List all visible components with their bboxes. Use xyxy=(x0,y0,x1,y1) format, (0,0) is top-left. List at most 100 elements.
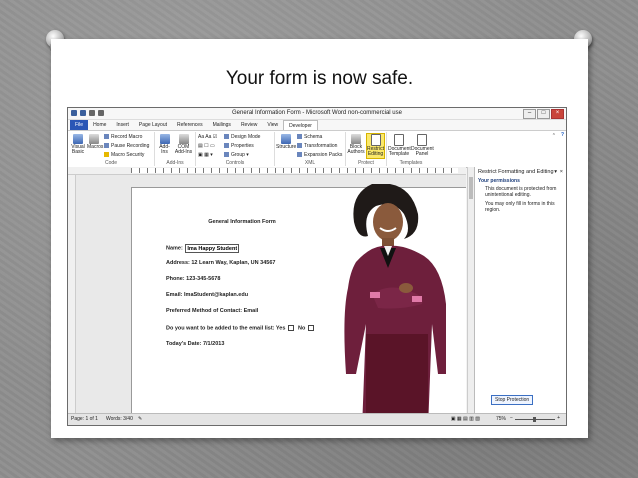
expansion-packs-button[interactable]: Expansion Packs xyxy=(297,152,342,158)
tab-file[interactable]: File xyxy=(70,120,89,130)
document-panel-button[interactable]: Document Panel xyxy=(411,134,434,157)
zoom-level[interactable]: 75% xyxy=(496,416,506,422)
restrict-editing-pane: Restrict Formatting and Editing ▾ × Your… xyxy=(474,167,566,413)
ribbon-minimize-icon[interactable]: ⌃ xyxy=(552,133,556,139)
tab-view[interactable]: View xyxy=(262,120,283,130)
tab-mailings[interactable]: Mailings xyxy=(208,120,236,130)
transformation-button[interactable]: Transformation xyxy=(297,143,337,149)
form-title: General Information Form xyxy=(208,219,276,225)
form-phone: Phone: 123-345-5678 xyxy=(166,276,221,282)
visual-basic-icon xyxy=(73,134,83,144)
group-xml-label: XML xyxy=(304,160,316,166)
pane-subtitle: Your permissions xyxy=(478,178,520,184)
picture-controls[interactable]: ▣ ▦ ▾ xyxy=(198,152,213,158)
properties-button[interactable]: Properties xyxy=(224,143,254,149)
close-button[interactable]: × xyxy=(551,109,564,119)
document-template-button[interactable]: Document Template xyxy=(388,134,411,157)
schema-icon xyxy=(297,134,302,140)
macro-security-button[interactable]: Macro Security xyxy=(104,152,144,158)
addins-icon xyxy=(159,134,170,144)
expansion-packs-icon xyxy=(297,152,302,158)
content-controls[interactable]: Aa Aa ☑ xyxy=(198,134,217,140)
slide-card: Your form is now safe. General Informati… xyxy=(51,39,588,438)
group-code-label: Code xyxy=(105,160,117,166)
document-panel-icon xyxy=(417,134,427,146)
transformation-icon xyxy=(297,143,302,149)
pane-protected-text: This document is protected from unintent… xyxy=(485,186,557,198)
woman-photo xyxy=(344,184,446,413)
form-preferred-contact: Preferred Method of Contact: Email xyxy=(166,308,259,314)
block-authors-button[interactable]: Block Authors xyxy=(347,134,365,155)
slide-title: Your form is now safe. xyxy=(225,68,414,89)
pane-options-icon[interactable]: ▾ xyxy=(554,169,557,175)
pane-fill-forms-text: You may only fill in forms in this regio… xyxy=(485,201,555,213)
form-email: Email: ImaStudent@kaplan.edu xyxy=(166,292,249,298)
help-icon[interactable]: ? xyxy=(561,132,564,138)
design-mode-icon xyxy=(224,134,229,140)
record-macro-button[interactable]: Record Macro xyxy=(104,134,142,140)
design-mode-button[interactable]: Design Mode xyxy=(224,134,260,140)
group-icon xyxy=(224,152,229,158)
document-template-icon xyxy=(394,134,404,146)
group-protect: Block Authors Restrict Editing Protect xyxy=(346,132,387,166)
page-count[interactable]: Page: 1 of 1 xyxy=(71,416,98,422)
pane-close-icon[interactable]: × xyxy=(560,169,563,175)
form-email-list: Do you want to be added to the email lis… xyxy=(166,325,315,331)
properties-icon xyxy=(224,143,229,149)
horizontal-ruler[interactable] xyxy=(68,167,466,175)
word-count[interactable]: Words: 3/40 xyxy=(106,416,133,422)
yes-checkbox[interactable] xyxy=(287,325,294,331)
group-button[interactable]: Group ▾ xyxy=(224,152,249,158)
tab-review[interactable]: Review xyxy=(236,120,262,130)
tab-insert[interactable]: Insert xyxy=(111,120,134,130)
com-addins-button[interactable]: COM Add-Ins xyxy=(174,134,193,155)
document-area: General Information Form Name: Address: … xyxy=(76,175,466,413)
com-addins-icon xyxy=(178,134,189,144)
vertical-ruler[interactable] xyxy=(68,175,76,413)
group-templates: Document Template Document Panel Templat… xyxy=(387,132,435,166)
structure-button[interactable]: Structure xyxy=(276,134,296,150)
window-controls: – □ × xyxy=(523,109,564,119)
group-xml: Structure Schema Transformation Expansio… xyxy=(275,132,346,166)
block-authors-icon xyxy=(351,134,361,144)
tab-developer[interactable]: Developer xyxy=(283,119,318,131)
pane-header: Restrict Formatting and Editing ▾ × xyxy=(478,169,563,175)
group-code: Visual Basic Macros Record Macro Pause R… xyxy=(68,132,155,166)
addins-button[interactable]: Add-Ins xyxy=(156,134,173,155)
vertical-scrollbar[interactable] xyxy=(467,167,474,413)
form-name-line: Name: xyxy=(166,244,240,253)
name-field[interactable] xyxy=(185,244,240,253)
zoom-in-icon[interactable]: + xyxy=(557,415,560,421)
visual-basic-button[interactable]: Visual Basic xyxy=(70,134,86,155)
title-bar: General Information Form - Microsoft Wor… xyxy=(68,108,566,120)
proofing-icon[interactable]: ✎ xyxy=(138,416,142,422)
tab-home[interactable]: Home xyxy=(88,120,111,130)
macros-button[interactable]: Macros xyxy=(87,134,103,150)
group-addins-label: Add-Ins xyxy=(166,160,184,166)
record-icon xyxy=(104,134,109,140)
restrict-editing-button[interactable]: Restrict Editing xyxy=(366,133,385,159)
legacy-controls[interactable]: ▤ ☐ ▭ xyxy=(198,143,215,149)
pane-title: Restrict Formatting and Editing xyxy=(478,169,554,175)
group-protect-label: Protect xyxy=(358,160,374,166)
view-buttons[interactable]: ▣ ▦ ▤ ▥ ▧ xyxy=(451,416,480,422)
restrict-editing-icon xyxy=(370,134,381,146)
no-checkbox[interactable] xyxy=(307,325,314,331)
schema-button[interactable]: Schema xyxy=(297,134,322,140)
tab-page-layout[interactable]: Page Layout xyxy=(134,120,172,130)
zoom-slider[interactable]: − + xyxy=(510,415,560,422)
form-address: Address: 12 Learn Way, Kaplan, UN 34567 xyxy=(166,260,276,266)
warning-icon xyxy=(104,152,109,158)
ribbon-tabs: File Home Insert Page Layout References … xyxy=(68,119,566,131)
ribbon: Visual Basic Macros Record Macro Pause R… xyxy=(68,130,566,168)
minimize-button[interactable]: – xyxy=(523,109,536,119)
document-page: General Information Form Name: Address: … xyxy=(131,184,466,413)
pause-recording-button[interactable]: Pause Recording xyxy=(104,143,149,149)
window-title: General Information Form - Microsoft Wor… xyxy=(232,110,402,116)
stop-protection-button[interactable]: Stop Protection xyxy=(491,395,534,405)
status-bar: Page: 1 of 1 Words: 3/40 ✎ ▣ ▦ ▤ ▥ ▧ 75%… xyxy=(68,413,566,425)
zoom-out-icon[interactable]: − xyxy=(510,415,513,421)
maximize-button[interactable]: □ xyxy=(537,109,550,119)
group-addins: Add-Ins COM Add-Ins Add-Ins xyxy=(155,132,196,166)
tab-references[interactable]: References xyxy=(172,120,208,130)
